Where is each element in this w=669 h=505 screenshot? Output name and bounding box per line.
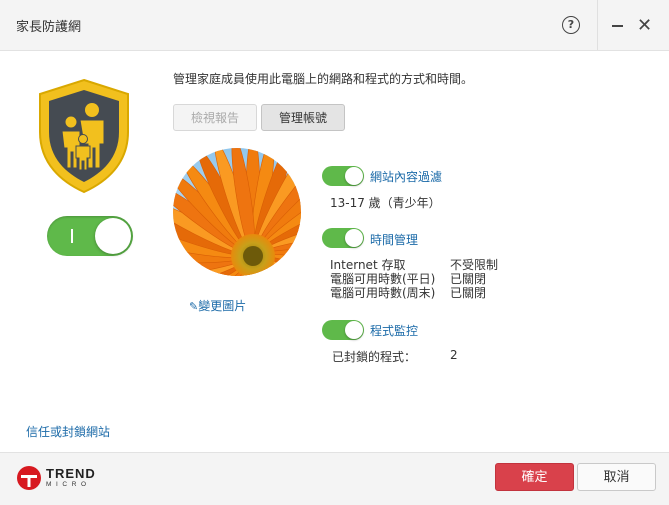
change-picture-link[interactable]: ✎變更圖片: [189, 297, 246, 314]
pencil-icon: ✎: [189, 300, 199, 313]
ok-button[interactable]: 確定: [495, 463, 574, 491]
toggle-knob: [345, 229, 363, 247]
weekend-hours-value: 已關閉: [450, 286, 487, 300]
program-control-link[interactable]: 程式監控: [370, 322, 418, 339]
brand-name: TREND: [46, 466, 96, 481]
change-picture-label: 變更圖片: [198, 299, 247, 313]
toggle-knob: [345, 321, 363, 339]
family-shield-icon: [39, 78, 129, 194]
weekend-hours-label: 電腦可用時數(周末): [330, 286, 436, 300]
toggle-on-indicator: [71, 229, 73, 243]
toggle-knob: [345, 167, 363, 185]
window-title: 家長防護網: [16, 20, 82, 35]
minimize-icon[interactable]: [612, 25, 623, 27]
description-text: 管理家庭成員使用此電腦上的網路和程式的方式和時間。: [173, 72, 474, 86]
toggle-knob: [95, 218, 131, 254]
trend-micro-logo-icon: [17, 466, 41, 490]
close-icon[interactable]: ✕: [637, 13, 652, 39]
view-report-button[interactable]: 檢視報告: [173, 104, 257, 131]
trust-or-block-websites-link[interactable]: 信任或封鎖網站: [26, 423, 110, 440]
title-separator: [597, 0, 598, 50]
web-filter-age-level: 13-17 歲（青少年）: [330, 196, 441, 210]
blocked-programs-label: 已封鎖的程式：: [332, 350, 417, 364]
question-circle-icon[interactable]: ?: [562, 16, 580, 34]
title-bar: 家長防護網 ? ✕: [0, 0, 669, 51]
profile-picture: [173, 148, 301, 276]
program-control-toggle[interactable]: [322, 320, 364, 340]
brand-sub: MICRO: [46, 481, 91, 488]
time-management-toggle[interactable]: [322, 228, 364, 248]
manage-account-button[interactable]: 管理帳號: [261, 104, 345, 131]
web-filter-toggle[interactable]: [322, 166, 364, 186]
web-filter-link[interactable]: 網站內容過濾: [370, 168, 442, 185]
parental-control-toggle[interactable]: [47, 216, 133, 256]
cancel-button[interactable]: 取消: [577, 463, 656, 491]
blocked-programs-count: 2: [450, 348, 458, 362]
time-management-link[interactable]: 時間管理: [370, 231, 418, 248]
